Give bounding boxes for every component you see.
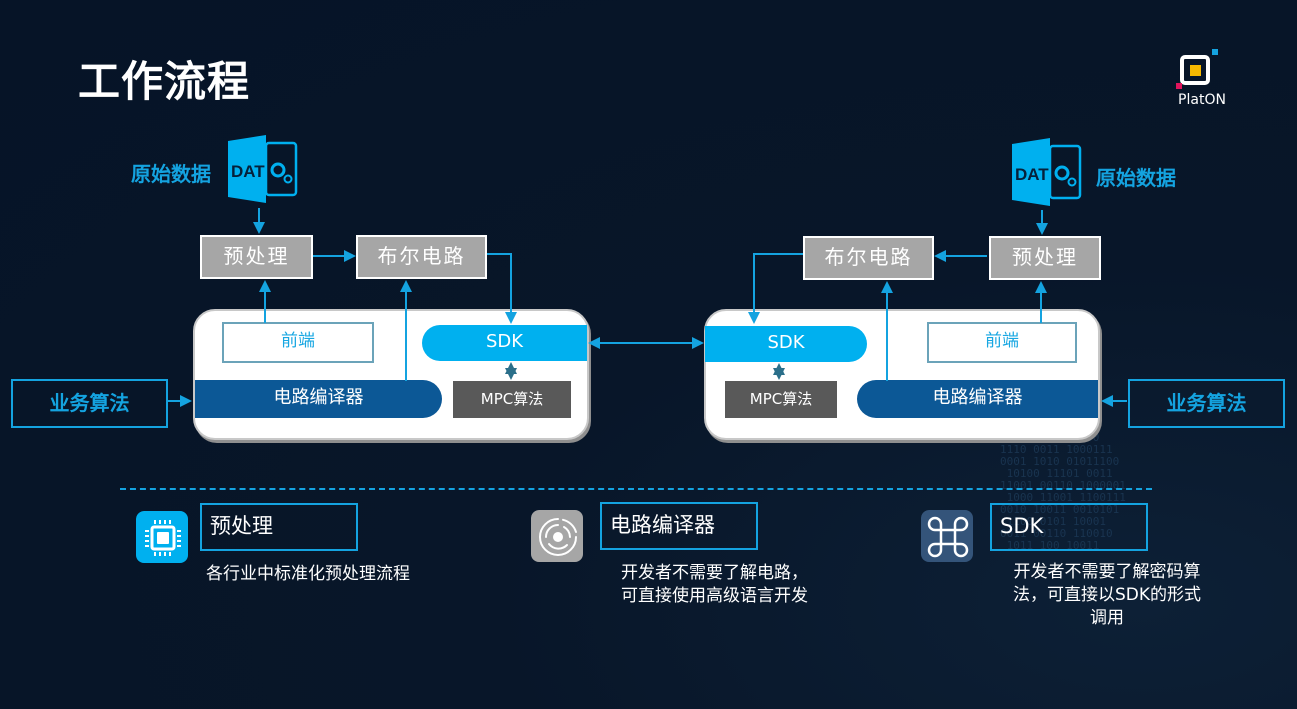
chip-icon	[136, 511, 188, 563]
right-business-algo-box[interactable]: 业务算法	[1128, 379, 1285, 428]
svg-text:DAT: DAT	[231, 162, 265, 181]
right-compiler-bar[interactable]: 电路编译器	[857, 380, 1098, 418]
left-mpc-box[interactable]: MPC算法	[453, 381, 571, 418]
feature-title: SDK	[990, 503, 1148, 551]
feature-title: 电路编译器	[600, 502, 758, 550]
disc-icon	[531, 510, 583, 562]
left-business-algo-box[interactable]: 业务算法	[11, 379, 168, 428]
right-raw-data-label: 原始数据	[1096, 166, 1176, 190]
left-preprocess-box[interactable]: 预处理	[200, 235, 313, 279]
page-title: 工作流程	[78, 57, 251, 106]
left-frontend-box[interactable]: 前端	[222, 322, 374, 363]
right-sdk-bar[interactable]: SDK	[705, 326, 867, 362]
section-divider	[120, 488, 1152, 490]
right-dat-file-icon: DAT	[1012, 138, 1082, 206]
left-boolean-circuit-box[interactable]: 布尔电路	[356, 235, 487, 279]
svg-text:DAT: DAT	[1015, 165, 1049, 184]
feature-desc: 开发者不需要了解电路， 可直接使用高级语言开发	[621, 562, 881, 608]
right-mpc-box[interactable]: MPC算法	[725, 381, 837, 418]
platon-logo: PlatON	[1172, 46, 1232, 116]
right-boolean-circuit-box[interactable]: 布尔电路	[803, 236, 934, 280]
platon-logo-icon	[1176, 49, 1218, 89]
feature-desc-line: 开发者不需要了解密码算	[1013, 562, 1201, 582]
feature-desc-line: 可直接使用高级语言开发	[621, 586, 808, 606]
left-compiler-bar[interactable]: 电路编译器	[195, 380, 442, 418]
left-dat-file-icon: DAT	[228, 135, 298, 203]
feature-title: 预处理	[200, 503, 358, 551]
logo-text: PlatON	[1178, 92, 1226, 108]
feature-desc-line: 各行业中标准化预处理流程	[206, 564, 410, 584]
command-icon	[921, 510, 973, 562]
feature-desc: 各行业中标准化预处理流程	[206, 563, 486, 586]
left-sdk-bar[interactable]: SDK	[422, 325, 587, 361]
left-raw-data-label: 原始数据	[131, 162, 211, 186]
right-preprocess-box[interactable]: 预处理	[989, 236, 1101, 280]
feature-desc-line: 开发者不需要了解电路，	[621, 563, 808, 583]
feature-desc-line: 法，可直接以SDK的形式	[1012, 585, 1202, 605]
feature-desc: 开发者不需要了解密码算 法，可直接以SDK的形式 调用	[997, 561, 1217, 630]
feature-desc-line: 调用	[1090, 608, 1124, 628]
right-frontend-box[interactable]: 前端	[927, 322, 1077, 363]
